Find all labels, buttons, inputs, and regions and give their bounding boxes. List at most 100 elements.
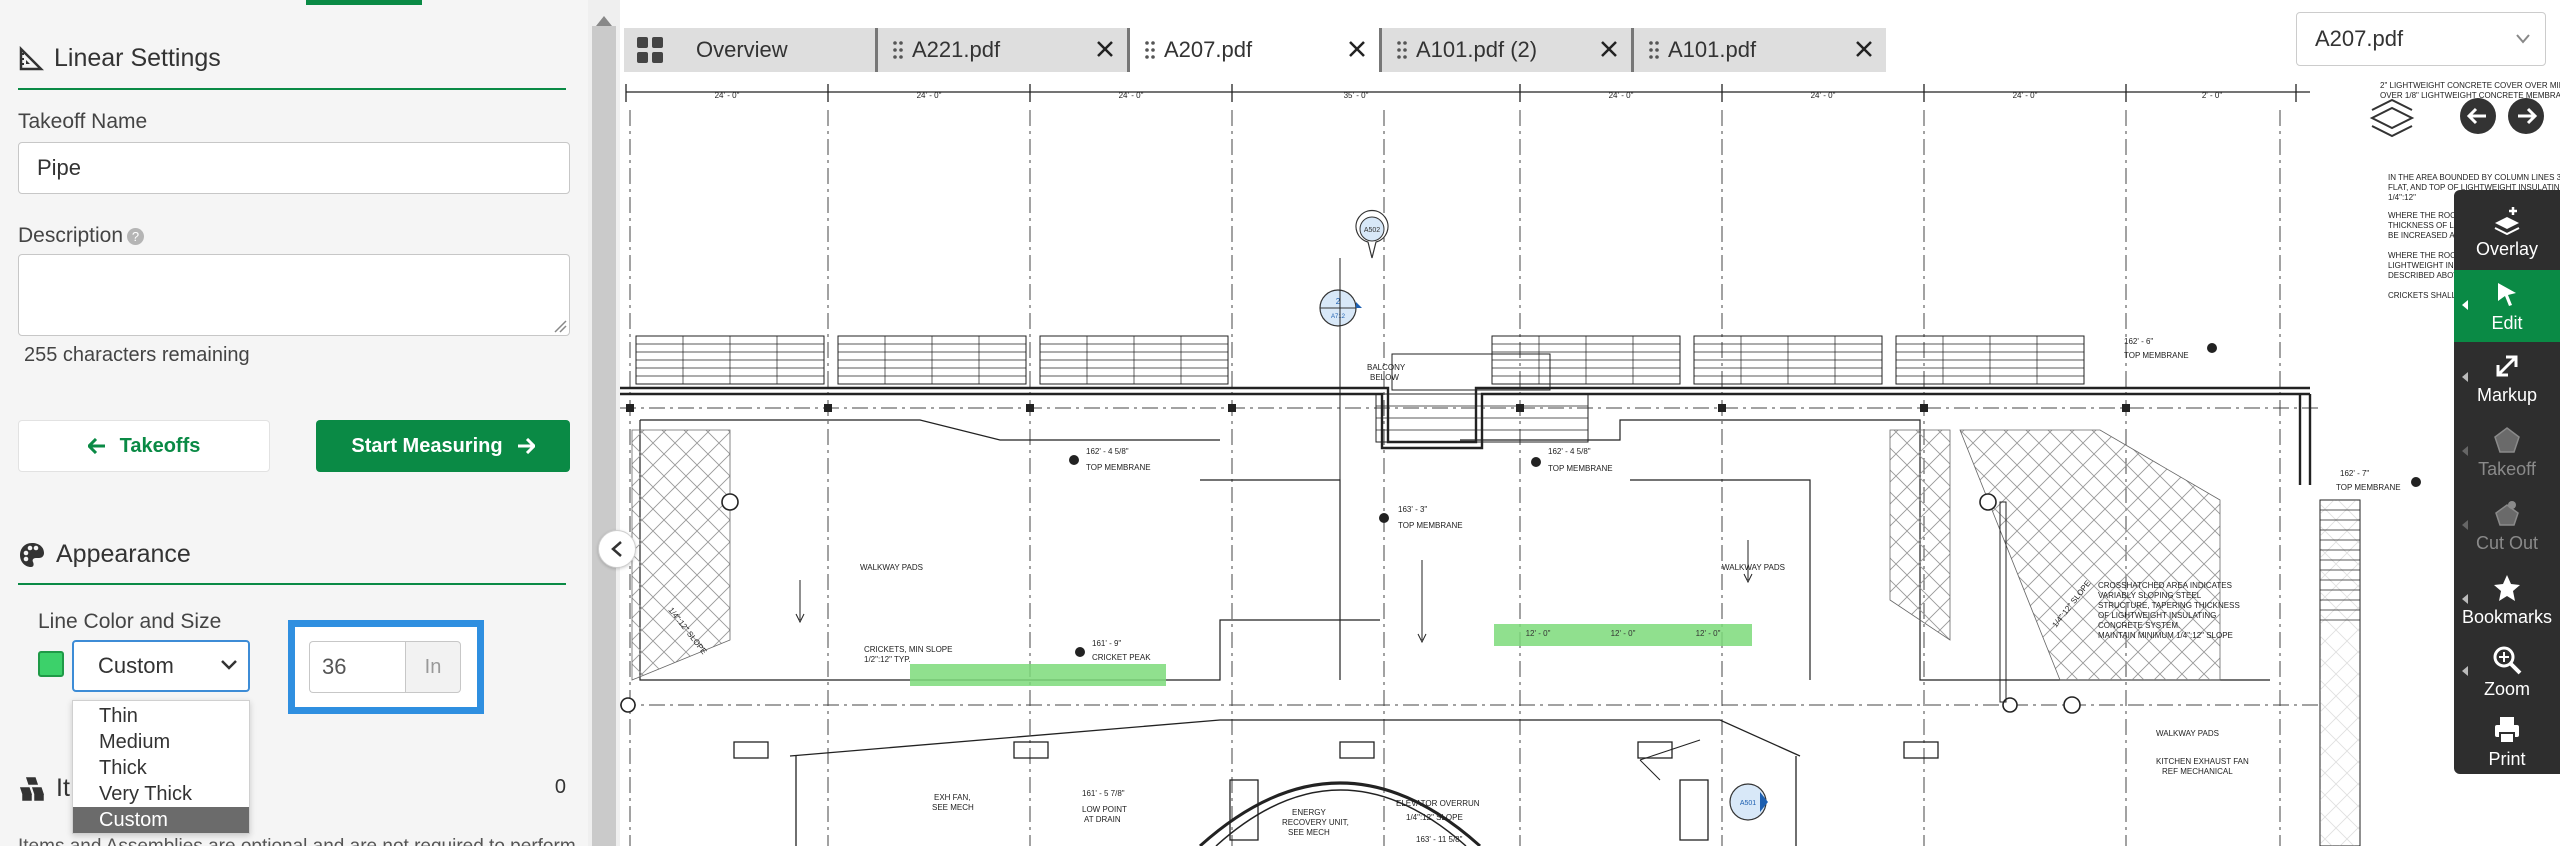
line-size-option[interactable]: Medium — [73, 729, 249, 755]
start-measuring-button[interactable]: Start Measuring — [316, 420, 570, 472]
takeoff-name-input[interactable]: Pipe — [18, 142, 570, 194]
drawing-label: MAINTAIN MINIMUM 1/4":12" SLOPE — [2098, 631, 2233, 640]
cut-out-icon — [2495, 500, 2519, 526]
print-icon — [2495, 716, 2519, 744]
tab-a101[interactable]: A101.pdf — [1634, 28, 1886, 72]
drawing-label: REF MECHANICAL — [2162, 767, 2233, 776]
resize-grip-icon[interactable] — [553, 319, 567, 333]
close-icon[interactable] — [1599, 39, 1619, 59]
tab-overview[interactable]: Overview — [624, 28, 878, 72]
help-icon[interactable]: ? — [127, 227, 145, 245]
tab-label: A101.pdf — [1668, 37, 1757, 62]
detail-tag-marker[interactable]: 2 A712 — [1319, 289, 1362, 327]
drawing-label: LOW POINT — [1082, 805, 1127, 814]
tool-label: Edit — [2491, 312, 2523, 333]
drawing-label: 12' - 0" — [1696, 629, 1721, 638]
dimension-text: 24' - 0" — [917, 91, 942, 100]
tab-a101-2[interactable]: A101.pdf (2) — [1382, 28, 1634, 72]
pentagon-icon — [2494, 426, 2520, 453]
markup-tool[interactable]: Markup — [2454, 342, 2560, 414]
drawing-label: WALKWAY PADS — [2156, 729, 2219, 738]
items-footnote: Items and Assemblies are optional and ar… — [18, 836, 576, 846]
drawing-label: SEE MECH — [1288, 828, 1330, 837]
drawing-label: 162' - 4 5/8" — [1548, 447, 1591, 456]
description-textarea[interactable] — [18, 254, 570, 336]
collapse-panel-button[interactable] — [598, 530, 636, 568]
scroll-up-arrow-icon[interactable] — [596, 16, 612, 26]
next-page-icon[interactable] — [2508, 98, 2544, 134]
tab-label: A207.pdf — [1164, 37, 1253, 62]
panel-scrollbar-thumb[interactable] — [592, 26, 616, 846]
drag-handle-icon[interactable] — [892, 40, 904, 60]
drawing-canvas[interactable]: 24' - 0" 24' - 0" 24' - 0" 35' - 0" 24' … — [620, 80, 2560, 846]
takeoff-tool[interactable]: Takeoff — [2454, 416, 2560, 488]
line-size-option[interactable]: Thick — [73, 755, 249, 781]
takeoffs-back-button[interactable]: Takeoffs — [18, 420, 270, 472]
close-icon[interactable] — [1854, 39, 1874, 59]
drawing-label: OF LIGHTWEIGHT INSULATING — [2098, 611, 2216, 620]
linear-settings-header: Linear Settings — [18, 44, 221, 73]
detail-tag-marker[interactable]: A501 — [1729, 783, 1768, 821]
appearance-header: Appearance — [18, 540, 191, 569]
drawing-label: TOP MEMBRANE — [1548, 464, 1613, 473]
drawing-label: WALKWAY PADS — [1722, 563, 1785, 572]
pipe-measurement-highlight[interactable] — [910, 664, 1166, 686]
tag-label: A501 — [1740, 800, 1756, 807]
zoom-tool[interactable]: Zoom — [2454, 636, 2560, 708]
tab-label: A101.pdf (2) — [1416, 37, 1538, 62]
drawing-label: 12' - 0" — [1526, 629, 1551, 638]
drag-handle-icon[interactable] — [1396, 40, 1408, 60]
drawing-label: 162' - 7" — [2340, 469, 2369, 478]
line-size-option-selected[interactable]: Custom — [73, 807, 249, 833]
line-color-swatch[interactable] — [38, 651, 64, 677]
drawing-label: STRUCTURE, TAPERING THICKNESS — [2098, 601, 2240, 610]
drawing-label: 1/2":12" TYP. — [864, 655, 911, 664]
takeoff-name-label: Takeoff Name — [18, 110, 148, 133]
drawing-label: TOP MEMBRANE — [1398, 521, 1463, 530]
tool-label: Zoom — [2483, 678, 2530, 699]
drag-handle-icon[interactable] — [1648, 40, 1660, 60]
right-toolbar: Overlay Edit Markup Takeoff Cut Out Book… — [2454, 190, 2560, 774]
drawing-note: IN THE AREA BOUNDED BY COLUMN LINES 3, 8… — [2388, 173, 2560, 182]
tab-label: Overview — [696, 37, 788, 62]
drawing-label: TOP MEMBRANE — [2336, 483, 2401, 492]
drawing-label: 162' - 6" — [2124, 337, 2153, 346]
close-icon[interactable] — [1095, 39, 1115, 59]
cut-out-tool[interactable]: Cut Out — [2454, 490, 2560, 562]
close-icon[interactable] — [1347, 39, 1367, 59]
bookmarks-tool[interactable]: Bookmarks — [2454, 564, 2560, 636]
line-size-selected: Custom — [98, 653, 174, 678]
dimension-text: 24' - 0" — [715, 91, 740, 100]
drawing-label: CROSSHATCHED AREA INDICATES — [2098, 581, 2232, 590]
section-tag-marker[interactable]: A502 — [1355, 209, 1389, 259]
arrow-left-icon — [87, 438, 105, 454]
line-size-option[interactable]: Very Thick — [73, 781, 249, 807]
dimension-text: 24' - 0" — [1119, 91, 1144, 100]
drawing-label: TOP MEMBRANE — [2124, 351, 2189, 360]
drawing-label: 12' - 0" — [1611, 629, 1636, 638]
line-size-option[interactable]: Thin — [73, 703, 249, 729]
drawing-note: 2" LIGHTWEIGHT CONCRETE COVER OVER MIN 4… — [2380, 81, 2560, 90]
zoom-icon — [2493, 646, 2522, 674]
overlay-tool[interactable]: Overlay — [2454, 196, 2560, 268]
chevron-down-icon — [2516, 34, 2530, 44]
document-tabs: Overview A221.pdf A207.pdf A101.pdf (2) … — [624, 28, 1886, 72]
edit-tool[interactable]: Edit — [2454, 270, 2560, 342]
dimension-text: 24' - 0" — [1609, 91, 1634, 100]
drawing-label: EXH FAN, — [934, 793, 970, 802]
tab-a207[interactable]: A207.pdf — [1130, 28, 1382, 72]
layers-icon[interactable] — [2369, 98, 2415, 138]
sheet-select[interactable]: A207.pdf — [2296, 12, 2546, 66]
previous-page-icon[interactable] — [2460, 98, 2496, 134]
print-tool[interactable]: Print — [2454, 706, 2560, 778]
tool-label: Overlay — [2475, 238, 2538, 259]
cubes-icon — [19, 776, 45, 801]
grid-icon — [637, 37, 663, 63]
tab-a221[interactable]: A221.pdf — [878, 28, 1130, 72]
drawing-label: CRICKET PEAK — [1092, 653, 1151, 662]
linear-settings-title: Linear Settings — [54, 44, 221, 72]
line-size-select[interactable]: Custom — [72, 640, 250, 692]
drawing-label: RECOVERY UNIT, — [1282, 818, 1349, 827]
custom-size-input[interactable]: 36 — [309, 641, 405, 693]
drag-handle-icon[interactable] — [1144, 40, 1156, 60]
